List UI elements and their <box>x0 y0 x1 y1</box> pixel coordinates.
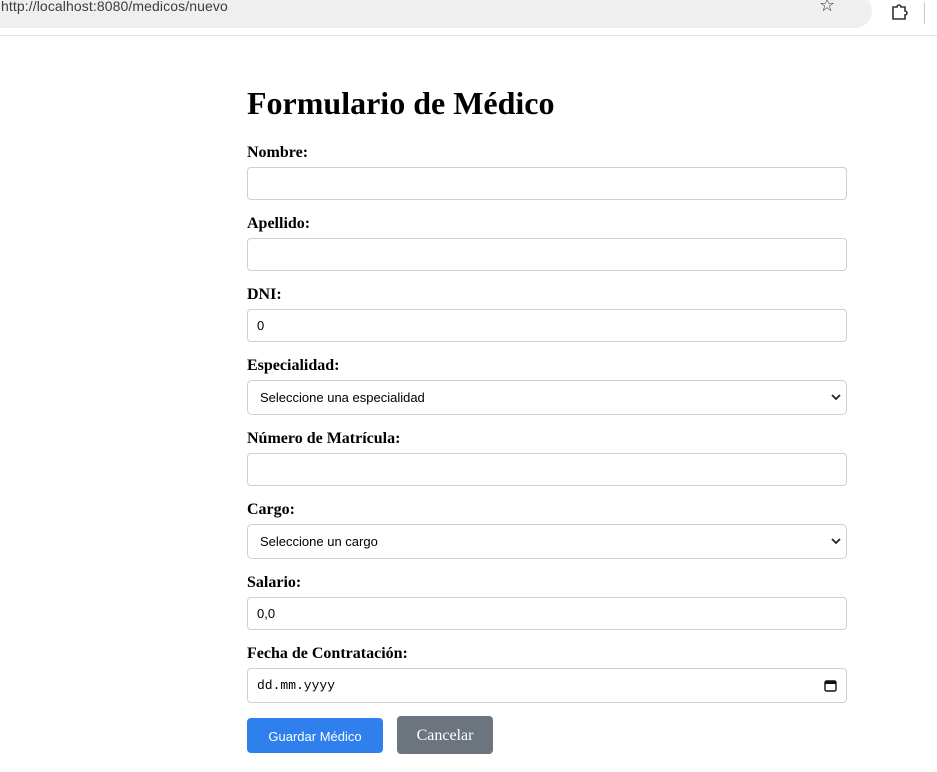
salario-input[interactable] <box>247 597 847 630</box>
nombre-input[interactable] <box>247 167 847 200</box>
extensions-puzzle-icon[interactable] <box>890 3 908 21</box>
salario-label: Salario: <box>247 574 302 591</box>
cargo-label: Cargo: <box>247 501 295 518</box>
toolbar-divider <box>924 2 925 24</box>
fecha-label: Fecha de Contratación: <box>247 645 408 662</box>
fecha-input[interactable]: dd.mm.yyyy <box>247 668 847 703</box>
cargo-select[interactable]: Seleccione un cargo <box>247 524 847 559</box>
save-button[interactable]: Guardar Médico <box>247 718 383 753</box>
matricula-input[interactable] <box>247 453 847 486</box>
especialidad-selected-value: Seleccione una especialidad <box>260 390 425 405</box>
apellido-input[interactable] <box>247 238 847 271</box>
cancel-button[interactable]: Cancelar <box>397 716 493 754</box>
chevron-down-icon <box>831 394 841 401</box>
nombre-label: Nombre: <box>247 144 309 161</box>
matricula-label: Número de Matrícula: <box>247 430 401 447</box>
browser-toolbar: http://localhost:8080/medicos/nuevo ☆ <box>0 0 937 36</box>
page-title: Formulario de Médico <box>247 85 555 121</box>
apellido-label: Apellido: <box>247 215 311 232</box>
dni-label: DNI: <box>247 286 282 303</box>
fecha-placeholder: dd.mm.yyyy <box>257 678 336 693</box>
especialidad-label: Especialidad: <box>247 357 340 374</box>
calendar-icon[interactable] <box>824 679 837 692</box>
address-bar[interactable]: http://localhost:8080/medicos/nuevo ☆ <box>0 0 872 28</box>
bookmark-star-icon[interactable]: ☆ <box>819 0 835 16</box>
dni-input[interactable] <box>247 309 847 342</box>
especialidad-select[interactable]: Seleccione una especialidad <box>247 380 847 415</box>
cargo-selected-value: Seleccione un cargo <box>260 534 378 549</box>
url-text[interactable]: http://localhost:8080/medicos/nuevo <box>1 0 228 14</box>
chevron-down-icon <box>831 538 841 545</box>
